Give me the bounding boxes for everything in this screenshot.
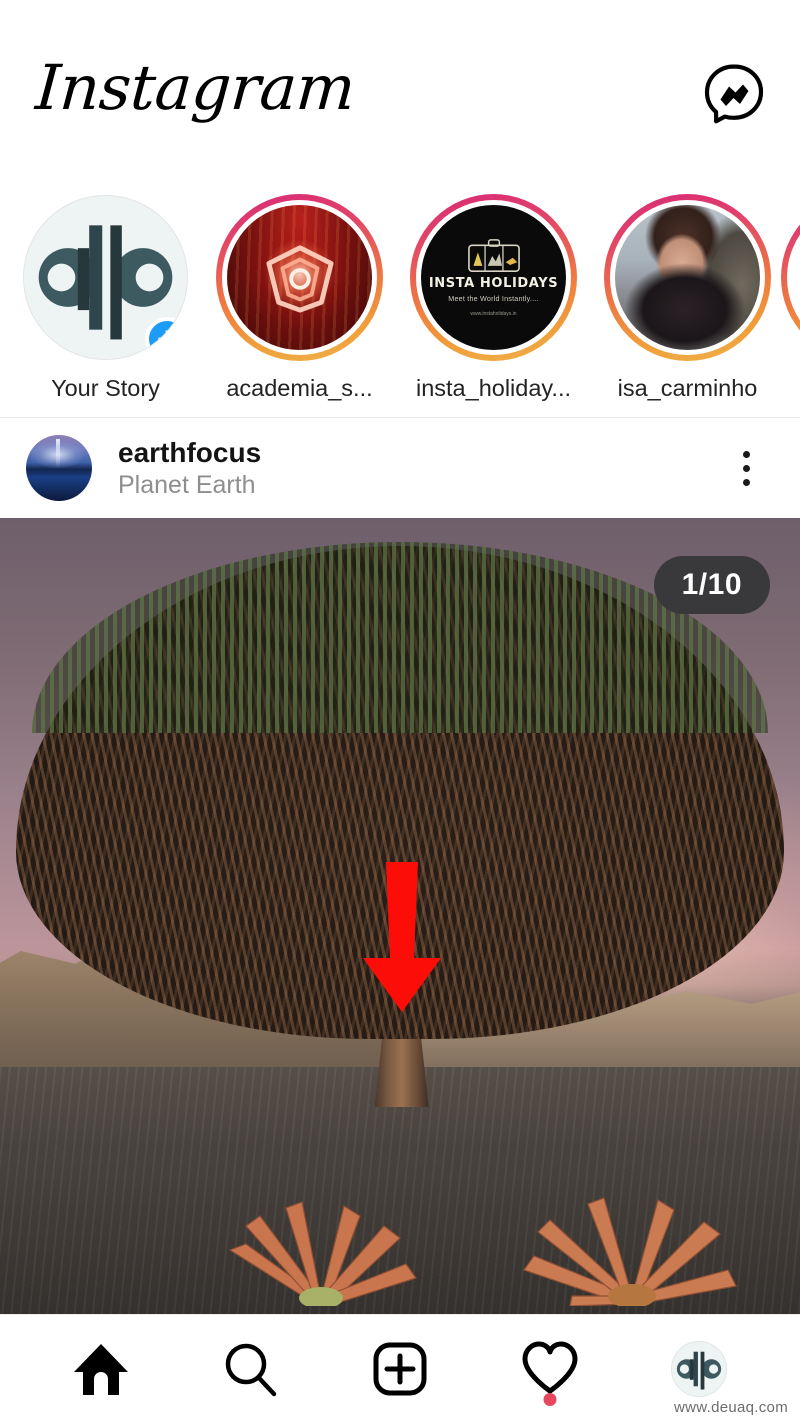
nav-home-button[interactable] <box>53 1327 149 1411</box>
post-author-avatar[interactable] <box>26 435 92 501</box>
story-label: academia_s... <box>226 375 373 401</box>
story-label: insta_holiday... <box>415 375 572 401</box>
insta-holidays-title: INSTA HOLIDAYS <box>428 275 559 291</box>
academia-avatar <box>227 205 372 350</box>
instagram-logo: Instagram <box>33 50 358 124</box>
messenger-icon[interactable] <box>702 61 766 125</box>
post-options-icon[interactable] <box>718 440 774 496</box>
site-watermark: www.deuaq.com <box>674 1399 788 1416</box>
your-story-avatar <box>23 195 188 360</box>
add-story-badge[interactable] <box>145 317 187 359</box>
post-header: earthfocus Planet Earth <box>0 418 800 518</box>
bottom-navigation-bar: www.deuaq.com <box>0 1314 800 1422</box>
story-label: Your Story <box>51 375 160 401</box>
nav-activity-button[interactable] <box>502 1327 598 1411</box>
instagram-app-screen: Instagram Your Story academia_s... INSTA… <box>0 0 800 1422</box>
heart-icon <box>522 1341 578 1393</box>
story-ring-your-story <box>22 194 189 361</box>
story-item-academia[interactable]: academia_s... <box>216 194 383 402</box>
plus-square-icon <box>373 1342 427 1395</box>
story-label: isa_carminho <box>617 375 758 401</box>
image-aloe-plant-right <box>512 1186 742 1307</box>
nav-search-button[interactable] <box>202 1327 298 1411</box>
stories-tray[interactable]: Your Story academia_s... INSTA HOLIDAYS … <box>0 186 800 418</box>
carousel-counter: 1/10 <box>653 556 770 614</box>
story-ring-insta-holidays: INSTA HOLIDAYS Meet the World Instantly.… <box>410 194 577 361</box>
story-item-isa-carminho[interactable]: isa_carminho <box>604 194 771 402</box>
image-aloe-plant-left <box>216 1186 426 1307</box>
insta-holidays-url: www.instaholidays.in <box>470 310 517 317</box>
nav-profile-button[interactable] <box>651 1327 747 1411</box>
isa-carminho-avatar <box>615 205 760 350</box>
post-location[interactable]: Planet Earth <box>118 470 261 500</box>
search-icon <box>226 1343 277 1396</box>
annotation-arrow <box>359 861 445 1012</box>
insta-holidays-avatar: INSTA HOLIDAYS Meet the World Instantly.… <box>421 205 566 350</box>
activity-notification-dot <box>543 1392 557 1406</box>
story-item-insta-holidays[interactable]: INSTA HOLIDAYS Meet the World Instantly.… <box>410 194 577 402</box>
story-ring-isa-carminho <box>604 194 771 361</box>
story-item-your-story[interactable]: Your Story <box>22 194 189 402</box>
home-icon <box>73 1343 128 1395</box>
post-author-username[interactable]: earthfocus <box>118 436 261 469</box>
post-image[interactable]: 1/10 <box>0 518 800 1314</box>
nav-create-button[interactable] <box>352 1327 448 1411</box>
story-ring-academia <box>216 194 383 361</box>
top-app-bar: Instagram <box>0 0 800 186</box>
profile-avatar-icon <box>671 1340 728 1397</box>
insta-holidays-tagline: Meet the World Instantly.... <box>448 293 539 303</box>
